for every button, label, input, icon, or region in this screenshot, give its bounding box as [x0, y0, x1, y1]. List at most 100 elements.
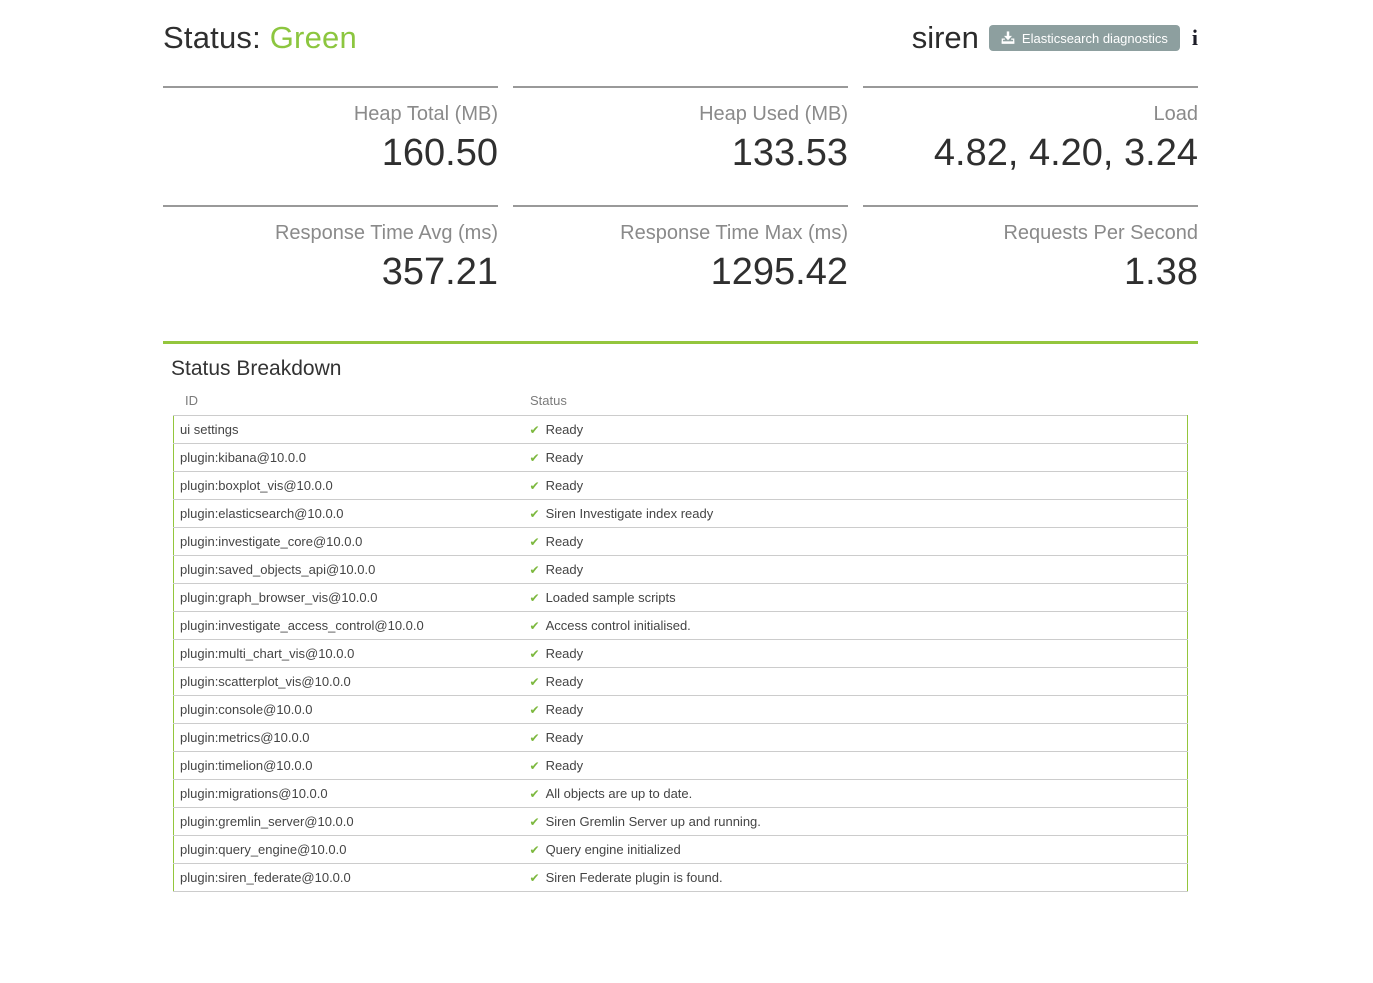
check-icon: ✔ [530, 703, 540, 717]
check-icon: ✔ [530, 451, 540, 465]
row-id: plugin:boxplot_vis@10.0.0 [174, 472, 524, 500]
metric-label: Heap Total (MB) [163, 100, 498, 128]
row-status-text: Ready [546, 730, 584, 745]
check-icon: ✔ [530, 843, 540, 857]
status-page: Status: Green siren Elasticsearch diagno… [163, 0, 1198, 892]
row-status-text: Ready [546, 422, 584, 437]
metric-card: Response Time Avg (ms)357.21 [163, 205, 498, 324]
metric-value: 357.21 [163, 247, 498, 297]
metric-value: 1.38 [863, 247, 1198, 297]
row-status-text: Ready [546, 534, 584, 549]
table-row: plugin:timelion@10.0.0✔Ready [174, 752, 1188, 780]
check-icon: ✔ [530, 815, 540, 829]
table-row: plugin:multi_chart_vis@10.0.0 ✔ Ready [174, 640, 1188, 668]
row-status-text: Ready [546, 450, 584, 465]
header-actions: siren Elasticsearch diagnostics i [912, 20, 1198, 56]
metric-label: Response Time Avg (ms) [163, 219, 498, 247]
metric-label: Response Time Max (ms) [513, 219, 848, 247]
table-row: plugin:boxplot_vis@10.0.0 ✔ Ready [174, 472, 1188, 500]
row-id: plugin:graph_browser_vis@10.0.0 [174, 584, 524, 612]
row-id: plugin:migrations@10.0.0 [174, 780, 524, 808]
row-id: plugin:gremlin_server@10.0.0 [174, 808, 524, 836]
row-id: plugin:query_engine@10.0.0 [174, 836, 524, 864]
row-id: plugin:multi_chart_vis@10.0.0 [174, 640, 524, 668]
row-id: plugin:investigate_access_control@10.0.0 [174, 612, 524, 640]
column-header-id: ID [173, 393, 524, 408]
row-id: plugin:kibana@10.0.0 [174, 444, 524, 472]
check-icon: ✔ [530, 479, 540, 493]
table-row: plugin:scatterplot_vis@10.0.0 ✔ Ready [174, 668, 1188, 696]
check-icon: ✔ [530, 647, 540, 661]
row-id: plugin:console@10.0.0 [174, 696, 524, 724]
metrics-grid: Heap Total (MB)160.50Heap Used (MB)133.5… [163, 86, 1198, 324]
elasticsearch-diagnostics-button[interactable]: Elasticsearch diagnostics [989, 25, 1180, 51]
table-row: plugin:query_engine@10.0.0 ✔ Query engine … [174, 836, 1188, 864]
row-id: plugin:timelion@10.0.0 [174, 752, 524, 780]
table-row: plugin:metrics@10.0.0✔Ready [174, 724, 1188, 752]
metric-value: 160.50 [163, 128, 498, 178]
table-row: plugin:kibana@10.0.0 ✔ Ready [174, 444, 1188, 472]
table-row: plugin:console@10.0.0 ✔ Ready [174, 696, 1188, 724]
status-table: ui settings✔Readyplugin:kibana@10.0.0✔Re… [173, 415, 1188, 892]
row-status-text: Ready [546, 674, 584, 689]
row-status-cell: ✔Ready [524, 752, 1188, 780]
row-status-text: Ready [546, 702, 584, 717]
row-status-text: Query engine initialized [546, 842, 681, 857]
check-icon: ✔ [530, 563, 540, 577]
row-status-cell: ✔ Query engine initialized [524, 836, 1188, 864]
row-status-cell: ✔ Ready [524, 528, 1188, 556]
table-row: plugin:investigate_core@10.0.0 ✔ Ready [174, 528, 1188, 556]
row-status-cell: ✔ Siren Gremlin Server up and running. [524, 808, 1188, 836]
table-row: plugin:elasticsearch@10.0.0 ✔ Siren Invest… [174, 500, 1188, 528]
row-status-cell: ✔ Ready [524, 444, 1188, 472]
row-status-text: Access control initialised. [546, 618, 691, 633]
row-status-text: Siren Gremlin Server up and running. [546, 814, 761, 829]
row-status-text: All objects are up to date. [546, 786, 693, 801]
page-header: Status: Green siren Elasticsearch diagno… [163, 0, 1198, 60]
brand-logo: siren [912, 20, 979, 56]
row-id: ui settings [174, 416, 524, 444]
metric-value: 1295.42 [513, 247, 848, 297]
check-icon: ✔ [530, 675, 540, 689]
status-breakdown-section: Status Breakdown ID Status ui settings✔R… [163, 341, 1198, 892]
row-status-text: Ready [546, 646, 584, 661]
column-header-status: Status [524, 393, 567, 408]
row-status-text: Siren Federate plugin is found. [546, 870, 723, 885]
info-icon[interactable]: i [1192, 27, 1198, 49]
metric-value: 4.82, 4.20, 3.24 [863, 128, 1198, 178]
row-status-cell: ✔ Siren Investigate index ready [524, 500, 1188, 528]
check-icon: ✔ [530, 759, 540, 773]
metric-card: Requests Per Second1.38 [863, 205, 1198, 324]
metric-card: Heap Used (MB)133.53 [513, 86, 848, 205]
row-status-cell: ✔All objects are up to date. [524, 780, 1188, 808]
diagnostics-button-label: Elasticsearch diagnostics [1022, 32, 1168, 45]
table-row: ui settings✔Ready [174, 416, 1188, 444]
status-table-wrap: ID Status ui settings✔Readyplugin:kibana… [173, 393, 1188, 892]
row-id: plugin:elasticsearch@10.0.0 [174, 500, 524, 528]
row-status-cell: ✔ Ready [524, 640, 1188, 668]
check-icon: ✔ [530, 871, 540, 885]
metric-label: Requests Per Second [863, 219, 1198, 247]
row-status-cell: ✔ Ready [524, 472, 1188, 500]
check-icon: ✔ [530, 591, 540, 605]
table-row: plugin:siren_federate@10.0.0✔Siren Feder… [174, 864, 1188, 892]
check-icon: ✔ [530, 619, 540, 633]
row-status-text: Ready [546, 478, 584, 493]
row-id: plugin:scatterplot_vis@10.0.0 [174, 668, 524, 696]
row-status-cell: ✔Loaded sample scripts [524, 584, 1188, 612]
row-status-cell: ✔Ready [524, 556, 1188, 584]
row-status-text: Siren Investigate index ready [546, 506, 714, 521]
metric-card: Load4.82, 4.20, 3.24 [863, 86, 1198, 205]
check-icon: ✔ [530, 507, 540, 521]
row-status-cell: ✔ Ready [524, 696, 1188, 724]
status-label: Status: [163, 20, 261, 55]
row-id: plugin:saved_objects_api@10.0.0 [174, 556, 524, 584]
metric-card: Heap Total (MB)160.50 [163, 86, 498, 205]
row-id: plugin:investigate_core@10.0.0 [174, 528, 524, 556]
metric-card: Response Time Max (ms)1295.42 [513, 205, 848, 324]
page-title: Status: Green [163, 20, 357, 56]
metric-value: 133.53 [513, 128, 848, 178]
check-icon: ✔ [530, 535, 540, 549]
row-status-cell: ✔ Siren Federate plugin is found. [524, 864, 1188, 892]
row-status-cell: ✔Ready [524, 724, 1188, 752]
